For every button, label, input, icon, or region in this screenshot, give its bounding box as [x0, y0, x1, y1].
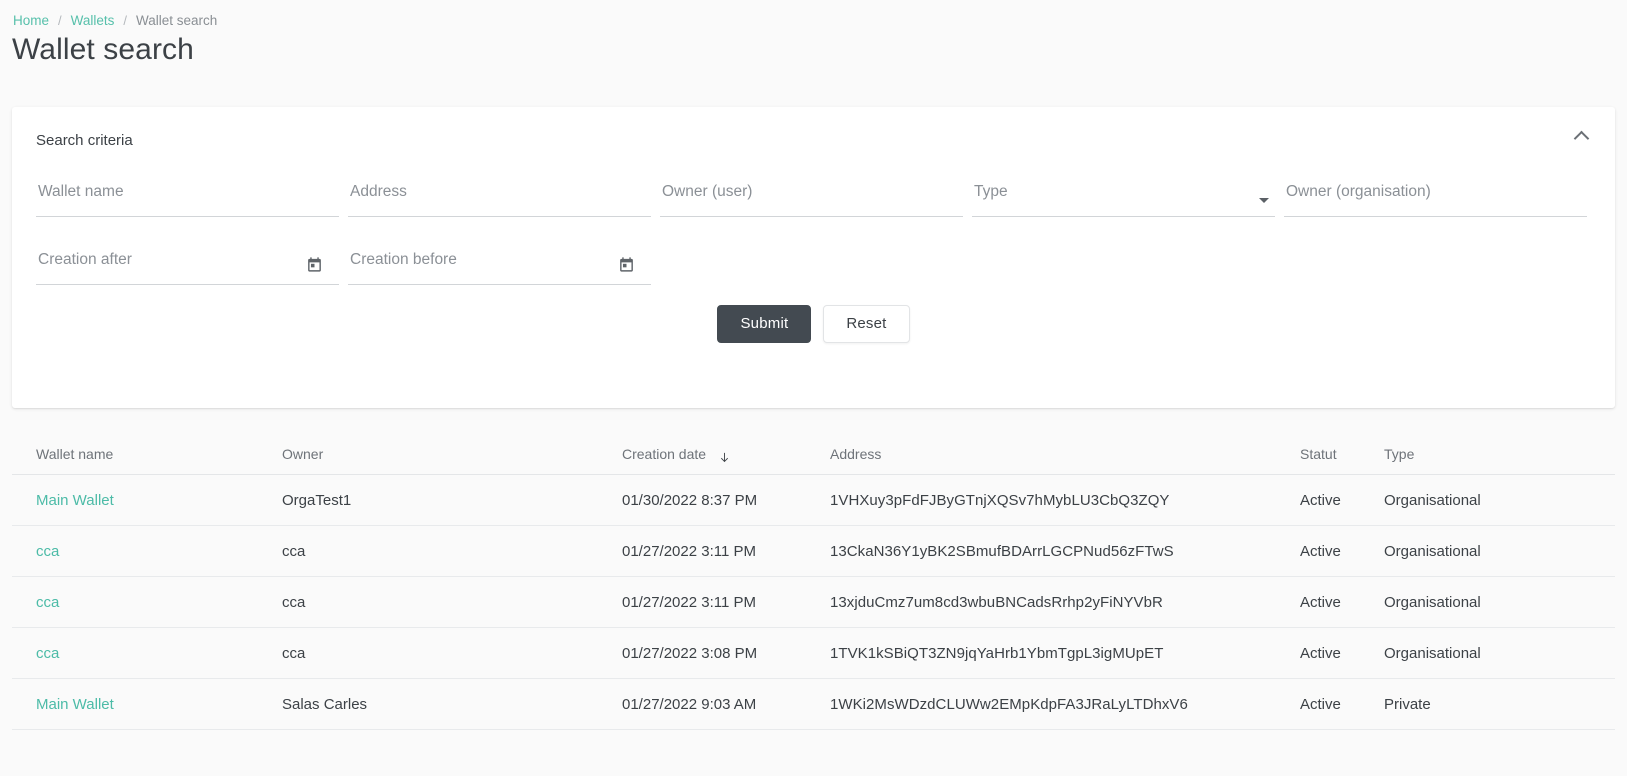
cell-address: 13CkaN36Y1yBK2SBmufBDArrLGCPNud56zFTwS — [830, 525, 1300, 577]
page-title: Wallet search — [12, 33, 194, 66]
cell-owner: OrgaTest1 — [282, 474, 622, 526]
search-criteria-form — [12, 175, 1615, 303]
column-header-statut[interactable]: Statut — [1300, 432, 1384, 475]
search-criteria-header: Search criteria — [12, 107, 1615, 161]
type-select[interactable] — [972, 175, 1275, 217]
cell-type: Organisational — [1384, 576, 1615, 628]
creation-after-field — [36, 243, 339, 285]
cell-type: Organisational — [1384, 627, 1615, 679]
column-header-creation-date-label: Creation date — [622, 446, 707, 462]
column-header-address[interactable]: Address — [830, 432, 1300, 475]
creation-after-input[interactable] — [36, 243, 339, 285]
column-header-creation-date[interactable]: Creation date — [622, 432, 830, 475]
wallet-name-link[interactable]: Main Wallet — [36, 696, 114, 713]
column-header-owner[interactable]: Owner — [282, 432, 622, 475]
cell-status: Active — [1300, 525, 1384, 577]
cell-wallet-name: cca — [12, 525, 282, 577]
calendar-icon[interactable] — [618, 256, 635, 273]
search-criteria-card: Search criteria Wallet name Address Owne… — [12, 107, 1615, 408]
creation-before-input[interactable] — [348, 243, 651, 285]
cell-status: Active — [1300, 627, 1384, 679]
cell-type: Organisational — [1384, 525, 1615, 577]
table-row[interactable]: Main Wallet Salas Carles 01/27/2022 9:03… — [12, 678, 1615, 730]
cell-wallet-name: Main Wallet — [12, 474, 282, 526]
cell-wallet-name: cca — [12, 576, 282, 628]
cell-status: Active — [1300, 474, 1384, 526]
cell-address: 1VHXuy3pFdFJByGTnjXQSv7hMybLU3CbQ3ZQY — [830, 474, 1300, 526]
reset-button[interactable]: Reset — [823, 305, 910, 343]
calendar-icon[interactable] — [306, 256, 323, 273]
owner-organisation-input[interactable] — [1284, 175, 1587, 217]
cell-wallet-name: Main Wallet — [12, 678, 282, 730]
cell-wallet-name: cca — [12, 627, 282, 679]
cell-address: 1TVK1kSBiQT3ZN9jqYaHrb1YbmTgpL3igMUpET — [830, 627, 1300, 679]
breadcrumb-item-home[interactable]: Home — [13, 12, 49, 30]
table-row[interactable]: cca cca 01/27/2022 3:08 PM 1TVK1kSBiQT3Z… — [12, 627, 1615, 679]
cell-owner: cca — [282, 525, 622, 577]
wallet-name-field — [36, 175, 339, 217]
cell-owner: Salas Carles — [282, 678, 622, 730]
breadcrumb-separator: / — [123, 12, 128, 28]
collapse-search-criteria-button[interactable] — [1563, 117, 1599, 153]
cell-type: Private — [1384, 678, 1615, 730]
search-actions: Submit Reset — [12, 305, 1615, 351]
breadcrumb: Home / Wallets / Wallet search — [0, 0, 1627, 30]
wallet-name-link[interactable]: cca — [36, 594, 59, 611]
results-table-body: Main Wallet OrgaTest1 01/30/2022 8:37 PM… — [12, 474, 1615, 730]
wallet-search-page: Home / Wallets / Wallet search Wallet se… — [0, 0, 1627, 776]
breadcrumb-separator: / — [58, 12, 62, 28]
results-table-head: Wallet name Owner Creation date Address … — [12, 432, 1615, 475]
column-header-wallet-name[interactable]: Wallet name — [12, 432, 282, 475]
submit-button[interactable]: Submit — [717, 305, 812, 343]
wallet-name-link[interactable]: cca — [36, 645, 59, 662]
address-field — [348, 175, 651, 217]
cell-address: 1WKi2MsWDzdCLUWw2EMpKdpFA3JRaLyLTDhxV6 — [830, 678, 1300, 730]
wallet-name-input[interactable] — [36, 175, 339, 217]
cell-creation-date: 01/27/2022 9:03 AM — [622, 678, 830, 730]
cell-owner: cca — [282, 576, 622, 628]
results-table: Wallet name Owner Creation date Address … — [12, 432, 1615, 730]
creation-before-field — [348, 243, 651, 285]
owner-user-input[interactable] — [660, 175, 963, 217]
table-row[interactable]: cca cca 01/27/2022 3:11 PM 13CkaN36Y1yBK… — [12, 525, 1615, 577]
address-input[interactable] — [348, 175, 651, 217]
type-field — [972, 175, 1275, 217]
cell-creation-date: 01/27/2022 3:11 PM — [622, 576, 830, 628]
breadcrumb-item-current: Wallet search — [136, 12, 218, 28]
chevron-up-icon — [1575, 129, 1588, 142]
cell-creation-date: 01/27/2022 3:08 PM — [622, 627, 830, 679]
breadcrumb-item-wallets[interactable]: Wallets — [71, 12, 115, 30]
wallet-name-link[interactable]: cca — [36, 543, 59, 560]
column-header-type[interactable]: Type — [1384, 432, 1615, 475]
cell-creation-date: 01/27/2022 3:11 PM — [622, 525, 830, 577]
wallet-name-link[interactable]: Main Wallet — [36, 492, 114, 509]
table-header-row: Wallet name Owner Creation date Address … — [12, 432, 1615, 475]
cell-address: 13xjduCmz7um8cd3wbuBNCadsRrhp2yFiNYVbR — [830, 576, 1300, 628]
table-row[interactable]: cca cca 01/27/2022 3:11 PM 13xjduCmz7um8… — [12, 576, 1615, 628]
arrow-down-icon — [720, 452, 728, 462]
search-criteria-title: Search criteria — [36, 132, 133, 149]
cell-creation-date: 01/30/2022 8:37 PM — [622, 474, 830, 526]
owner-organisation-field — [1284, 175, 1587, 217]
cell-status: Active — [1300, 576, 1384, 628]
cell-owner: cca — [282, 627, 622, 679]
owner-user-field — [660, 175, 963, 217]
results-section: Wallet name Owner Creation date Address … — [12, 432, 1615, 730]
cell-type: Organisational — [1384, 474, 1615, 526]
cell-status: Active — [1300, 678, 1384, 730]
table-row[interactable]: Main Wallet OrgaTest1 01/30/2022 8:37 PM… — [12, 474, 1615, 526]
